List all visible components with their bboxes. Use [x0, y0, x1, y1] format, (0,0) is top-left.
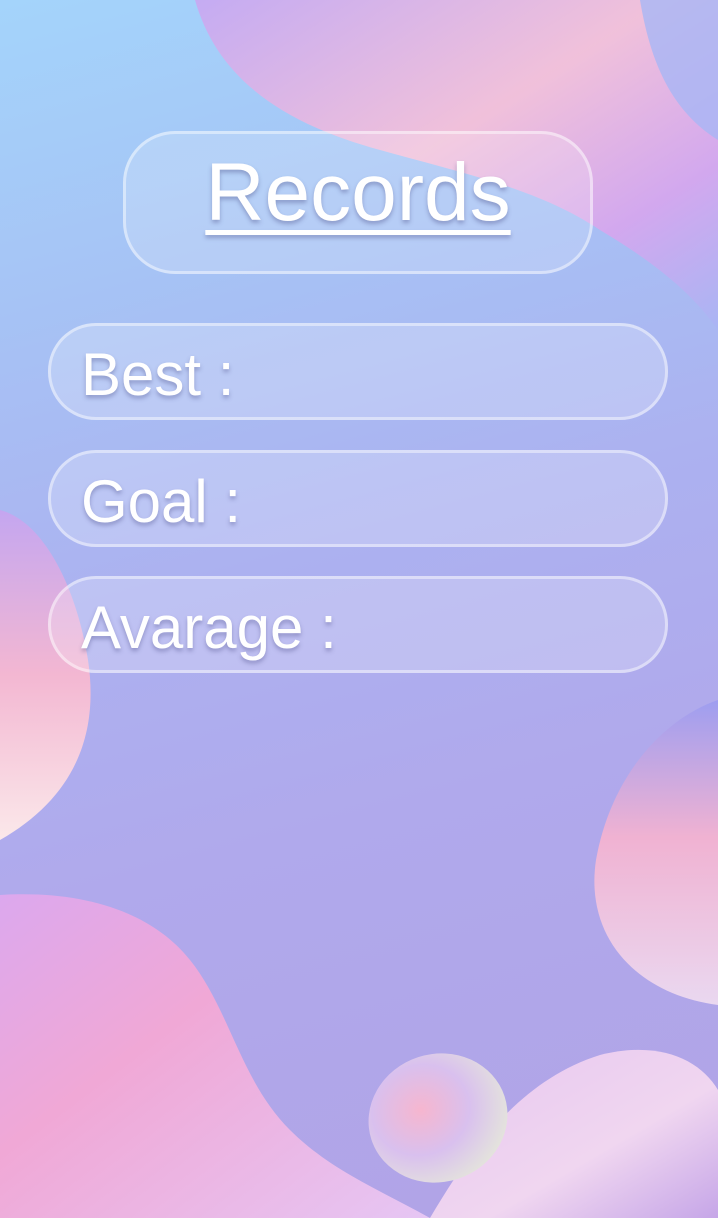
page-title: Records	[205, 147, 511, 238]
title-card: Records	[123, 131, 593, 274]
goal-label: Goal :	[81, 468, 242, 535]
average-record-field: Avarage :	[48, 576, 668, 673]
best-record-field: Best :	[48, 323, 668, 420]
goal-record-field: Goal :	[48, 450, 668, 547]
best-label: Best :	[81, 341, 235, 408]
average-label: Avarage :	[81, 594, 337, 661]
